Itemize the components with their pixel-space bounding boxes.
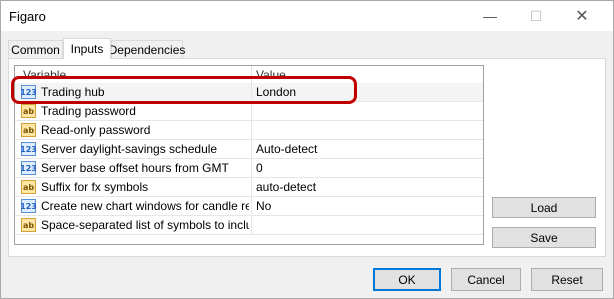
text-icon: ab (21, 218, 36, 232)
cell-divider (251, 102, 252, 121)
highlight-annotation (11, 76, 357, 104)
table-row[interactable]: 123 Server base offset hours from GMT 0 (15, 159, 483, 178)
variable-name: Read-only password (41, 123, 151, 137)
cell-divider (251, 197, 252, 216)
cell-divider (251, 178, 252, 197)
numeric-icon: 123 (20, 161, 37, 175)
cancel-button[interactable]: Cancel (451, 268, 521, 291)
variable-name: Create new chart windows for candle req.… (41, 199, 249, 213)
table-row[interactable]: ab Space-separated list of symbols to in… (15, 216, 483, 235)
table-row[interactable]: 123 Create new chart windows for candle … (15, 197, 483, 216)
numeric-icon: 123 (20, 199, 37, 213)
text-icon: ab (21, 180, 36, 194)
save-button[interactable]: Save (492, 227, 596, 248)
load-button[interactable]: Load (492, 197, 596, 218)
variable-name: Space-separated list of symbols to inclu… (41, 218, 249, 232)
tab-dependencies[interactable]: Dependencies (109, 40, 185, 58)
variable-name: Server base offset hours from GMT (41, 161, 229, 175)
cell-divider (251, 159, 252, 178)
title-bar: Figaro — ☐ ✕ (1, 1, 613, 31)
variable-name: Trading password (41, 104, 136, 118)
text-icon: ab (21, 123, 36, 137)
text-icon: ab (21, 104, 36, 118)
variable-name: Suffix for fx symbols (41, 180, 149, 194)
dialog-window: Figaro — ☐ ✕ Common Inputs Dependencies … (0, 0, 614, 299)
variable-value[interactable]: Auto-detect (256, 142, 317, 156)
window-title: Figaro (9, 9, 46, 24)
cell-divider (251, 216, 252, 235)
ok-button[interactable]: OK (373, 268, 441, 291)
numeric-icon: 123 (20, 142, 37, 156)
variable-value[interactable]: 0 (256, 161, 263, 175)
tab-common[interactable]: Common (8, 40, 63, 58)
reset-button[interactable]: Reset (531, 268, 603, 291)
tab-inputs[interactable]: Inputs (63, 38, 111, 59)
variable-value[interactable]: auto-detect (256, 180, 316, 194)
close-icon[interactable]: ✕ (559, 1, 605, 31)
minimize-icon[interactable]: — (467, 1, 513, 31)
variable-name: Server daylight-savings schedule (41, 142, 218, 156)
variable-value[interactable]: No (256, 199, 271, 213)
cell-divider (251, 140, 252, 159)
table-row[interactable]: ab Trading password (15, 102, 483, 121)
table-row[interactable]: 123 Server daylight-savings schedule Aut… (15, 140, 483, 159)
table-row[interactable]: ab Read-only password (15, 121, 483, 140)
table-row[interactable]: ab Suffix for fx symbols auto-detect (15, 178, 483, 197)
maximize-icon: ☐ (529, 7, 543, 24)
cell-divider (251, 121, 252, 140)
